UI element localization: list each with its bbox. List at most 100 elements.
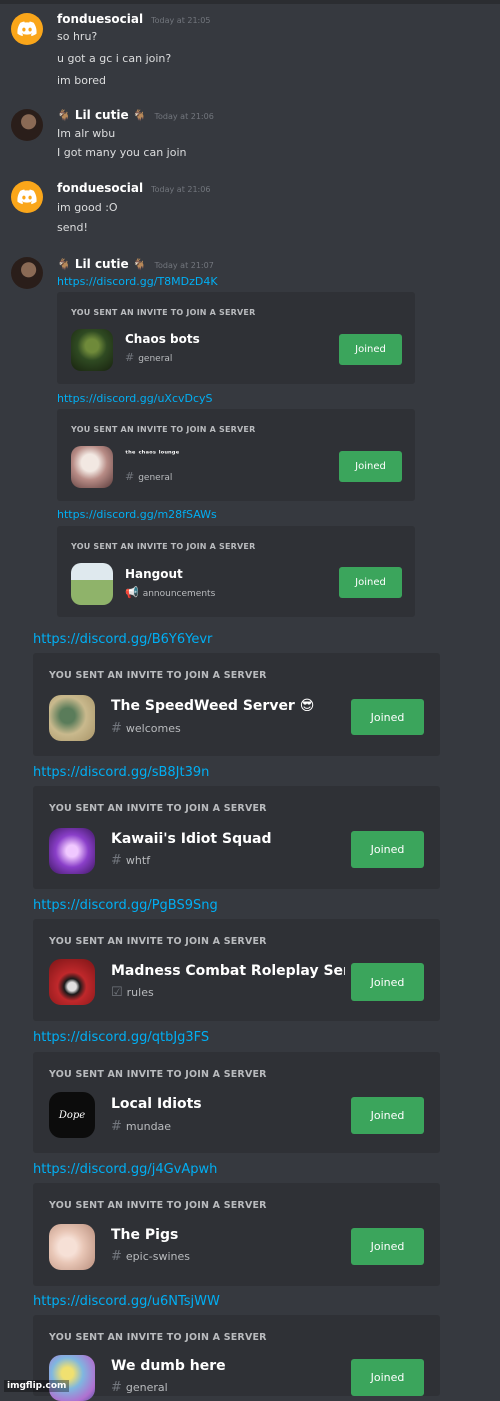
top-edge-bar xyxy=(0,0,500,4)
joined-button[interactable]: Joined xyxy=(351,699,424,735)
invite-link[interactable]: https://discord.gg/m28fSAWs xyxy=(57,508,217,521)
channel-name: ☑ rules xyxy=(111,985,154,1000)
channel-name: # general xyxy=(111,1380,168,1395)
server-name[interactable]: Hangout xyxy=(125,567,183,581)
joined-button[interactable]: Joined xyxy=(351,831,424,868)
channel-name: # epic-swines xyxy=(111,1249,190,1264)
invite-link[interactable]: https://discord.gg/B6Y6Yevr xyxy=(33,632,212,647)
invite-card: YOU SENT AN INVITE TO JOIN A SERVER The … xyxy=(33,1183,440,1286)
invite-link[interactable]: https://discord.gg/PgBS9Sng xyxy=(33,898,218,913)
server-icon[interactable] xyxy=(49,695,95,741)
hash-icon: # xyxy=(111,853,122,868)
joined-button[interactable]: Joined xyxy=(351,1228,424,1265)
joined-button[interactable]: Joined xyxy=(339,567,402,598)
channel-name: # whtf xyxy=(111,853,151,868)
hash-icon: # xyxy=(111,1380,122,1395)
joined-button[interactable]: Joined xyxy=(351,963,424,1001)
discord-logo-icon xyxy=(17,189,37,205)
rules-icon: ☑ xyxy=(111,985,123,1000)
watermark: imgflip.com xyxy=(4,1380,70,1392)
joined-button[interactable]: Joined xyxy=(351,1097,424,1134)
avatar[interactable] xyxy=(11,13,43,45)
hash-icon: # xyxy=(125,470,135,483)
server-icon[interactable] xyxy=(71,446,113,488)
message-text: u got a gc i can join? xyxy=(57,52,172,65)
server-name[interactable]: Chaos bots xyxy=(125,332,200,346)
joined-button[interactable]: Joined xyxy=(339,334,402,365)
server-name[interactable]: ᵗʰᵉ ᶜʰᵃᵒˢ ˡᵒᵘⁿᵍᵉ xyxy=(125,449,179,458)
goat-emoji-icon: 🐐 xyxy=(57,258,71,271)
invite-link[interactable]: https://discord.gg/sB8Jt39n xyxy=(33,765,209,780)
avatar[interactable] xyxy=(11,181,43,213)
message-text: Im alr wbu xyxy=(57,127,116,140)
server-icon[interactable] xyxy=(49,1224,95,1270)
goat-emoji-icon: 🐐 xyxy=(57,109,71,122)
invite-header: YOU SENT AN INVITE TO JOIN A SERVER xyxy=(49,1332,267,1343)
channel-name: # general xyxy=(125,351,173,364)
message-timestamp: Today at 21:06 xyxy=(151,185,211,194)
invite-header: YOU SENT AN INVITE TO JOIN A SERVER xyxy=(49,1200,267,1211)
goat-emoji-icon: 🐐 xyxy=(132,109,147,122)
message-text: I got many you can join xyxy=(57,146,187,159)
avatar[interactable] xyxy=(11,257,43,289)
invite-header: YOU SENT AN INVITE TO JOIN A SERVER xyxy=(49,803,267,814)
message-author[interactable]: fonduesocial Today at 21:05 xyxy=(57,12,210,26)
discord-logo-icon xyxy=(17,21,37,37)
invite-card: YOU SENT AN INVITE TO JOIN A SERVER Hang… xyxy=(57,526,415,617)
invite-header: YOU SENT AN INVITE TO JOIN A SERVER xyxy=(71,425,256,434)
server-name[interactable]: Madness Combat Roleplay Server xyxy=(111,963,345,979)
megaphone-icon: 📢 xyxy=(125,586,139,599)
server-icon[interactable] xyxy=(49,959,95,1005)
invite-link[interactable]: https://discord.gg/T8MDzD4K xyxy=(57,275,218,288)
message-timestamp: Today at 21:05 xyxy=(151,16,211,25)
server-name[interactable]: The SpeedWeed Server 😎 xyxy=(111,698,314,714)
channel-name: # mundae xyxy=(111,1119,172,1134)
message-text: im good :O xyxy=(57,201,118,214)
invite-card: YOU SENT AN INVITE TO JOIN A SERVER Chao… xyxy=(57,292,415,384)
joined-button[interactable]: Joined xyxy=(339,451,402,482)
server-name[interactable]: Kawaii's Idiot Squad xyxy=(111,831,272,847)
invite-header: YOU SENT AN INVITE TO JOIN A SERVER xyxy=(71,308,256,317)
message-text: send! xyxy=(57,221,88,234)
invite-card: YOU SENT AN INVITE TO JOIN A SERVER Madn… xyxy=(33,919,440,1021)
invite-link[interactable]: https://discord.gg/j4GvApwh xyxy=(33,1162,217,1177)
server-icon[interactable] xyxy=(49,828,95,874)
server-name[interactable]: The Pigs xyxy=(111,1227,178,1243)
invite-link[interactable]: https://discord.gg/qtbJg3FS xyxy=(33,1030,209,1045)
channel-name: 📢 announcements xyxy=(125,586,216,599)
server-icon[interactable] xyxy=(71,329,113,371)
message-author[interactable]: fonduesocial Today at 21:06 xyxy=(57,181,210,195)
invite-header: YOU SENT AN INVITE TO JOIN A SERVER xyxy=(49,670,267,681)
invite-card: YOU SENT AN INVITE TO JOIN A SERVER We d… xyxy=(33,1315,440,1401)
invite-header: YOU SENT AN INVITE TO JOIN A SERVER xyxy=(71,542,256,551)
invite-card: YOU SENT AN INVITE TO JOIN A SERVER ᵗʰᵉ … xyxy=(57,409,415,501)
hash-icon: # xyxy=(111,1119,122,1134)
invite-card: YOU SENT AN INVITE TO JOIN A SERVER The … xyxy=(33,653,440,756)
message-timestamp: Today at 21:07 xyxy=(154,261,214,270)
hash-icon: # xyxy=(111,721,122,736)
invite-link[interactable]: https://discord.gg/u6NTsjWW xyxy=(33,1294,220,1309)
server-name[interactable]: Local Idiots xyxy=(111,1096,202,1112)
message-timestamp: Today at 21:06 xyxy=(154,112,214,121)
avatar[interactable] xyxy=(11,109,43,141)
server-name[interactable]: We dumb here xyxy=(111,1358,226,1374)
invite-card: YOU SENT AN INVITE TO JOIN A SERVER Kawa… xyxy=(33,786,440,889)
message-text: im bored xyxy=(57,74,107,87)
channel-name: # general xyxy=(125,470,173,483)
message-text: so hru? xyxy=(57,30,98,43)
server-icon[interactable] xyxy=(71,563,113,605)
server-icon-text: Dope xyxy=(58,1109,86,1121)
server-icon[interactable]: Dope xyxy=(49,1092,95,1138)
invite-header: YOU SENT AN INVITE TO JOIN A SERVER xyxy=(49,936,267,947)
invite-card: YOU SENT AN INVITE TO JOIN A SERVER Dope… xyxy=(33,1052,440,1153)
message-author[interactable]: 🐐 Lil cutie 🐐 Today at 21:07 xyxy=(57,257,214,271)
goat-emoji-icon: 🐐 xyxy=(132,258,147,271)
invite-header: YOU SENT AN INVITE TO JOIN A SERVER xyxy=(49,1069,267,1080)
hash-icon: # xyxy=(125,351,135,364)
hash-icon: # xyxy=(111,1249,122,1264)
server-icon[interactable] xyxy=(49,1355,95,1401)
channel-name: # welcomes xyxy=(111,721,181,736)
invite-link[interactable]: https://discord.gg/uXcvDcyS xyxy=(57,392,213,405)
joined-button[interactable]: Joined xyxy=(351,1359,424,1396)
message-author[interactable]: 🐐 Lil cutie 🐐 Today at 21:06 xyxy=(57,108,214,122)
